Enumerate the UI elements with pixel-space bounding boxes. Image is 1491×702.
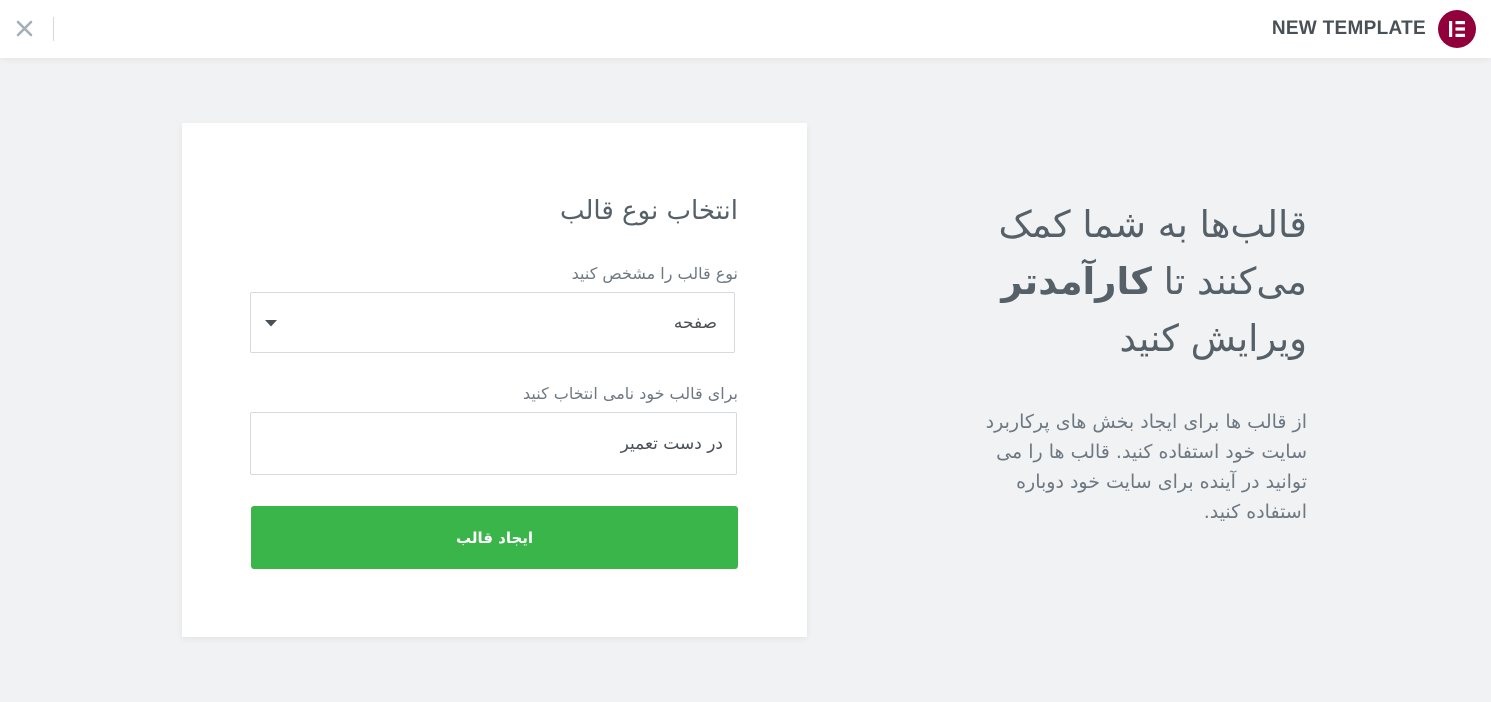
intro-description: از قالب ها برای ایجاد بخش های پرکاربرد س… xyxy=(985,411,1307,523)
template-type-label: نوع قالب را مشخص کنید xyxy=(571,264,738,283)
caret-down-icon xyxy=(265,320,277,327)
top-bar: NEW TEMPLATE xyxy=(0,0,1491,58)
new-template-form-card: انتخاب نوع قالب نوع قالب را مشخص کنید صف… xyxy=(182,123,807,637)
intro-heading-part-2: ویرایش کنید xyxy=(1119,317,1307,360)
template-name-label: برای قالب خود نامی انتخاب کنید xyxy=(523,384,738,403)
template-type-selected-value: صفحه xyxy=(673,313,717,333)
form-title: انتخاب نوع قالب xyxy=(559,196,738,226)
header-divider xyxy=(53,17,54,41)
header-title: NEW TEMPLATE xyxy=(1271,18,1426,39)
template-type-select[interactable]: صفحه xyxy=(250,292,735,353)
elementor-logo-icon xyxy=(1438,10,1476,48)
create-template-button[interactable]: ایجاد قالب xyxy=(251,506,738,569)
close-icon xyxy=(16,20,33,37)
intro-section: قالب‌ها به شما کمک می‌کنند تا کارآمدتر و… xyxy=(955,196,1307,527)
intro-heading: قالب‌ها به شما کمک می‌کنند تا کارآمدتر و… xyxy=(955,196,1307,367)
template-name-input[interactable] xyxy=(250,412,737,475)
intro-heading-emphasis: کارآمدتر xyxy=(1001,260,1152,303)
close-button[interactable] xyxy=(12,16,38,42)
